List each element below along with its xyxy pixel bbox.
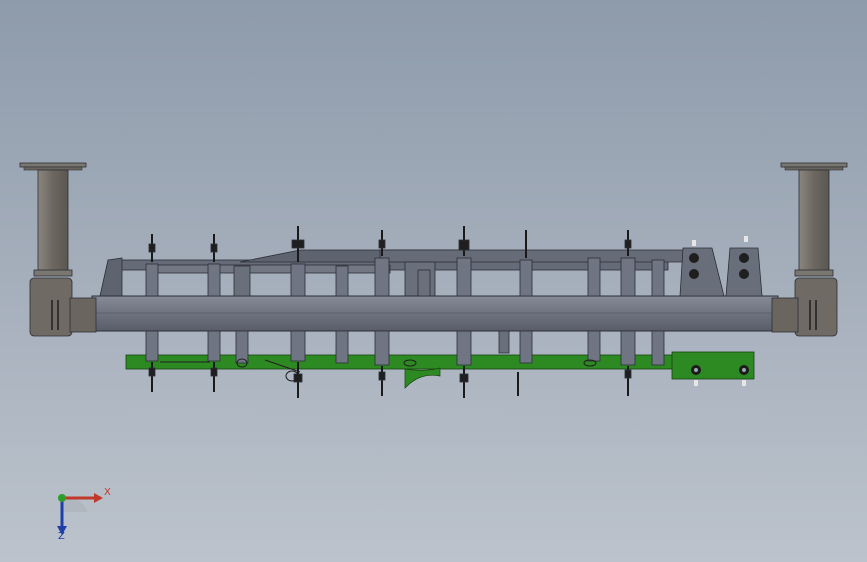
x-axis-label: X — [104, 487, 111, 498]
z-axis-label: Z — [58, 531, 65, 542]
main-beam — [91, 295, 779, 332]
rear-toolbar — [99, 249, 691, 297]
cultivator-frame-model[interactable] — [0, 0, 867, 562]
cad-viewport[interactable]: X Z — [0, 0, 867, 562]
right-support-post — [771, 162, 848, 337]
origin-marker — [58, 494, 66, 502]
left-support-post — [19, 162, 97, 337]
